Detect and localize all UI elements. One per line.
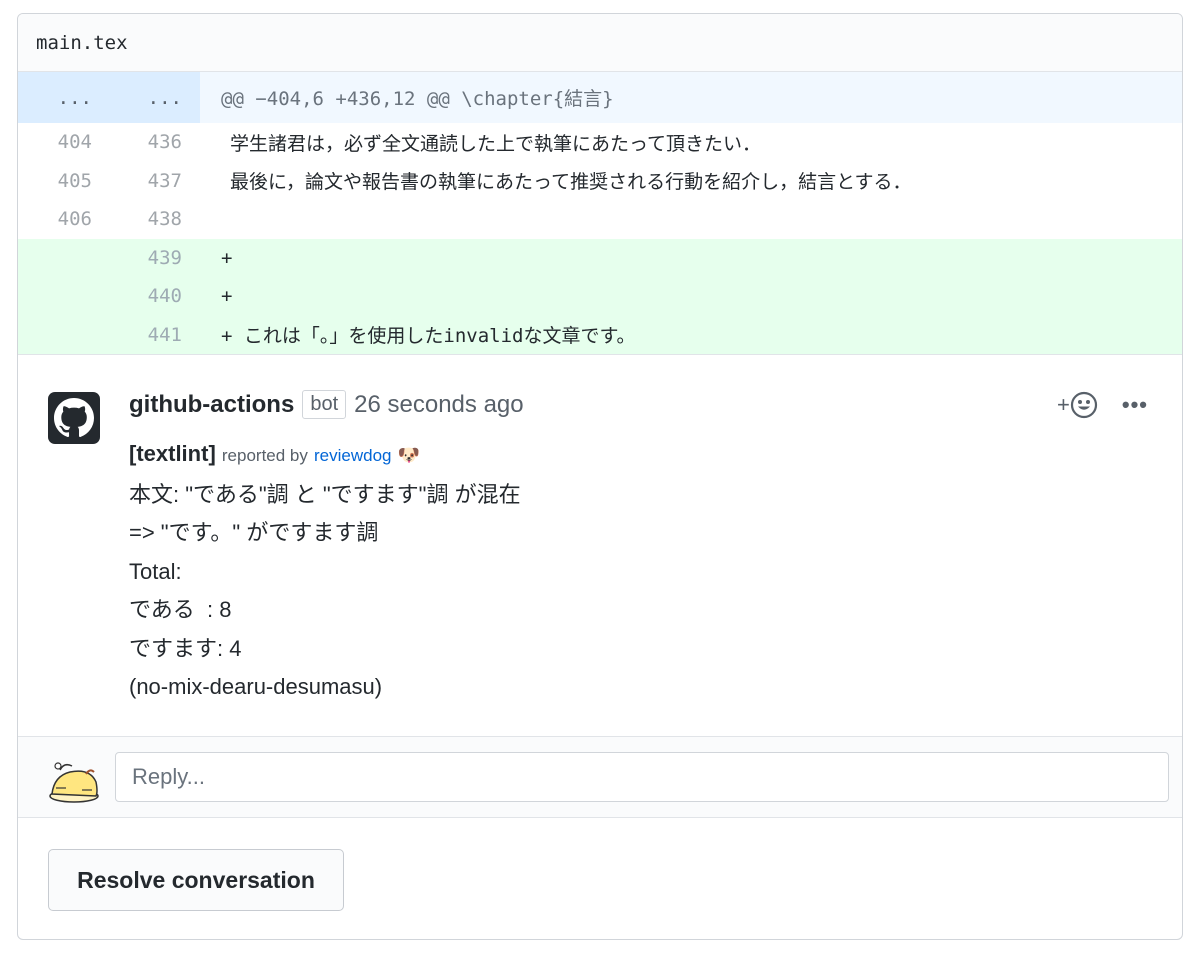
expand-down-button[interactable]: ...	[110, 72, 200, 123]
hunk-header: @@ −404,6 +436,12 @@ \chapter{結言}	[200, 72, 1182, 123]
diff-line: 406 438	[18, 200, 1182, 239]
line-code: +	[200, 238, 1182, 277]
reviewdog-link[interactable]: reviewdog	[314, 446, 392, 465]
diff-line: 404 436 学生諸君は，必ず全文通読した上で執筆にあたって頂きたい．	[18, 123, 1182, 162]
file-name[interactable]: main.tex	[36, 32, 128, 54]
add-reaction-button[interactable]: +	[1057, 391, 1098, 419]
comment-actions: + •••	[1057, 391, 1148, 419]
old-line-number[interactable]: 404	[18, 123, 110, 162]
rule-tag: [textlint]	[129, 441, 216, 466]
new-line-number[interactable]: 437	[110, 162, 200, 201]
new-line-number[interactable]: 439	[110, 238, 200, 277]
comment-timestamp[interactable]: 26 seconds ago	[354, 391, 523, 419]
line-code: 学生諸君は，必ず全文通読した上で執筆にあたって頂きたい．	[230, 132, 762, 155]
reply-input[interactable]	[115, 752, 1169, 802]
file-header: main.tex	[18, 14, 1182, 72]
old-line-number	[18, 315, 110, 354]
comment-body: [textlint] reported by reviewdog 🐶 本文: "…	[129, 435, 521, 707]
comment-line: ですます: 4	[129, 635, 242, 661]
new-line-number[interactable]: 441	[110, 315, 200, 354]
old-line-number[interactable]: 405	[18, 162, 110, 201]
github-octocat-icon[interactable]	[48, 392, 100, 444]
resolve-conversation-button[interactable]: Resolve conversation	[48, 849, 344, 911]
reply-bar	[18, 736, 1182, 818]
user-avatar-icon[interactable]	[46, 754, 102, 804]
reported-by-text: reported by	[221, 446, 308, 465]
review-comment: github-actions bot 26 seconds ago + ••• …	[18, 354, 1182, 737]
line-code	[200, 200, 1182, 239]
comment-line: => "です。" がですます調	[129, 520, 379, 545]
old-line-number	[18, 277, 110, 316]
comment-line: Total:	[129, 558, 182, 584]
comment-line: (no-mix-dearu-desumasu)	[129, 674, 383, 699]
bot-badge: bot	[302, 390, 347, 419]
author-name[interactable]: github-actions	[129, 391, 294, 419]
expand-up-button[interactable]: ...	[18, 72, 110, 123]
comment-title-line: [textlint] reported by reviewdog 🐶	[129, 435, 521, 476]
line-code: + これは「。」を使用したinvalidな文章です。	[200, 315, 1182, 354]
comment-line: である : 8	[129, 597, 232, 622]
line-code: +	[200, 277, 1182, 316]
diff-line: 405 437 最後に，論文や報告書の執筆にあたって推奨される行動を紹介し，結言…	[18, 162, 1182, 201]
smiley-icon	[1070, 391, 1097, 419]
comment-line: 本文: "である"調 と "ですます"調 が混在	[129, 481, 521, 507]
hunk-header-row: ... ... @@ −404,6 +436,12 @@ \chapter{結言…	[18, 72, 1182, 123]
diff-line-added: 441 + これは「。」を使用したinvalidな文章です。	[18, 315, 1182, 354]
diff-line-added: 440 +	[18, 277, 1182, 316]
diff-table: ... ... @@ −404,6 +436,12 @@ \chapter{結言…	[18, 72, 1182, 354]
diff-line-added: 439 +	[18, 238, 1182, 277]
comment-header: github-actions bot 26 seconds ago	[129, 390, 524, 419]
new-line-number[interactable]: 436	[110, 123, 200, 162]
new-line-number[interactable]: 440	[110, 277, 200, 316]
dog-emoji-icon: 🐶	[397, 445, 421, 465]
old-line-number[interactable]: 406	[18, 200, 110, 239]
new-line-number[interactable]: 438	[110, 200, 200, 239]
more-options-button[interactable]: •••	[1122, 392, 1148, 418]
review-thread: main.tex ... ... @@ −404,6 +436,12 @@ \c…	[17, 13, 1183, 940]
old-line-number	[18, 238, 110, 277]
line-code: 最後に，論文や報告書の執筆にあたって推奨される行動を紹介し，結言とする．	[230, 171, 912, 194]
plus-label: +	[1057, 392, 1070, 417]
